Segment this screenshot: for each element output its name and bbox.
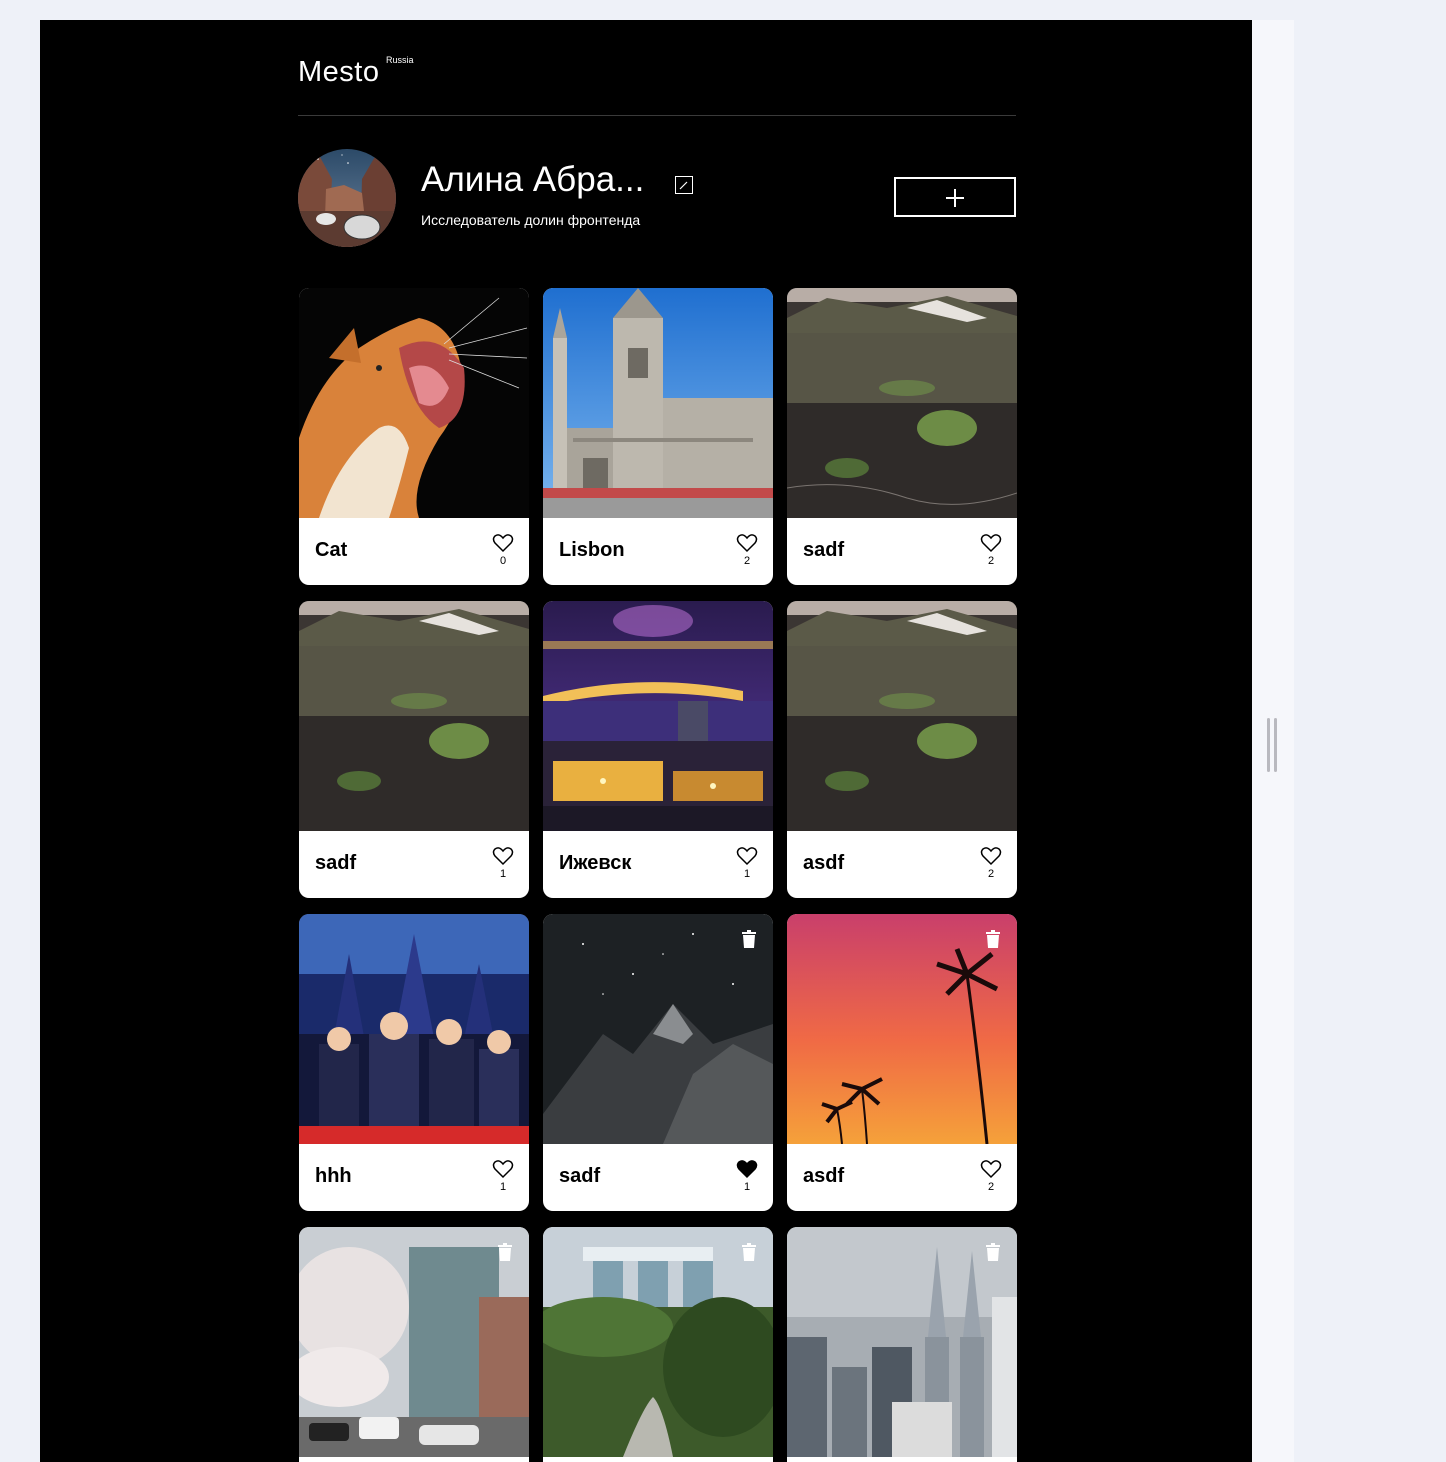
logo[interactable]: Mesto <box>298 56 379 89</box>
card-title: Cat <box>315 539 348 561</box>
page: Mesto Russia Алина Абра... Исследователь… <box>298 20 1017 1462</box>
heart-icon[interactable] <box>736 1159 758 1179</box>
card-title: asdf <box>803 1165 845 1187</box>
profile-name: Алина Абра... <box>421 160 645 199</box>
card-image[interactable] <box>787 914 1017 1144</box>
card-title: Lisbon <box>559 539 625 561</box>
profile-about: Исследователь долин фронтенда <box>421 212 641 228</box>
pencil-icon <box>679 181 688 190</box>
card: sadf 1 <box>543 914 773 1211</box>
resize-handle[interactable] <box>1267 718 1279 772</box>
card-image[interactable] <box>299 288 529 518</box>
card <box>299 1227 529 1462</box>
trash-icon[interactable] <box>985 1243 1001 1261</box>
card-image[interactable] <box>299 914 529 1144</box>
heart-icon[interactable] <box>492 846 514 866</box>
card-image[interactable] <box>543 914 773 1144</box>
card-title: hhh <box>315 1165 352 1187</box>
card-title: sadf <box>803 539 845 561</box>
heart-icon[interactable] <box>736 846 758 866</box>
card-title: sadf <box>315 852 357 874</box>
like-count: 2 <box>987 555 995 567</box>
like-count: 0 <box>499 555 507 567</box>
like-count: 1 <box>743 1181 751 1193</box>
like-count: 1 <box>743 868 751 880</box>
card: sadf 1 <box>299 601 529 898</box>
plus-icon <box>946 189 964 207</box>
trash-icon[interactable] <box>497 1243 513 1261</box>
card: asdf 2 <box>787 601 1017 898</box>
app-viewport: Mesto Russia Алина Абра... Исследователь… <box>40 20 1252 1462</box>
trash-icon[interactable] <box>741 1243 757 1261</box>
heart-icon[interactable] <box>492 1159 514 1179</box>
card-image[interactable] <box>543 1227 773 1457</box>
card-title: Ижевск <box>559 852 632 874</box>
card <box>543 1227 773 1462</box>
heart-icon[interactable] <box>492 533 514 553</box>
card-image[interactable] <box>543 601 773 831</box>
card-title: sadf <box>559 1165 601 1187</box>
like-count: 1 <box>499 868 507 880</box>
card: Lisbon 2 <box>543 288 773 585</box>
profile: Алина Абра... Исследователь долин фронте… <box>298 116 1016 289</box>
edit-profile-button[interactable] <box>675 176 693 194</box>
heart-icon[interactable] <box>980 846 1002 866</box>
trash-icon[interactable] <box>741 930 757 948</box>
card: hhh 1 <box>299 914 529 1211</box>
trash-icon[interactable] <box>985 930 1001 948</box>
heart-icon[interactable] <box>736 533 758 553</box>
card: Ижевск 1 <box>543 601 773 898</box>
like-count: 2 <box>987 1181 995 1193</box>
like-count: 2 <box>987 868 995 880</box>
card-image[interactable] <box>299 601 529 831</box>
heart-icon[interactable] <box>980 533 1002 553</box>
card <box>787 1227 1017 1462</box>
avatar[interactable] <box>298 149 396 247</box>
like-count: 1 <box>499 1181 507 1193</box>
header: Mesto Russia <box>298 20 1016 116</box>
card-image[interactable] <box>299 1227 529 1457</box>
like-count: 2 <box>743 555 751 567</box>
card-image[interactable] <box>787 1227 1017 1457</box>
card-image[interactable] <box>543 288 773 518</box>
card: sadf 2 <box>787 288 1017 585</box>
heart-icon[interactable] <box>980 1159 1002 1179</box>
logo-superscript: Russia <box>386 55 414 65</box>
add-card-button[interactable] <box>894 177 1016 217</box>
card-title: asdf <box>803 852 845 874</box>
card-image[interactable] <box>787 288 1017 518</box>
card-image[interactable] <box>787 601 1017 831</box>
card: asdf 2 <box>787 914 1017 1211</box>
card: Cat 0 <box>299 288 529 585</box>
